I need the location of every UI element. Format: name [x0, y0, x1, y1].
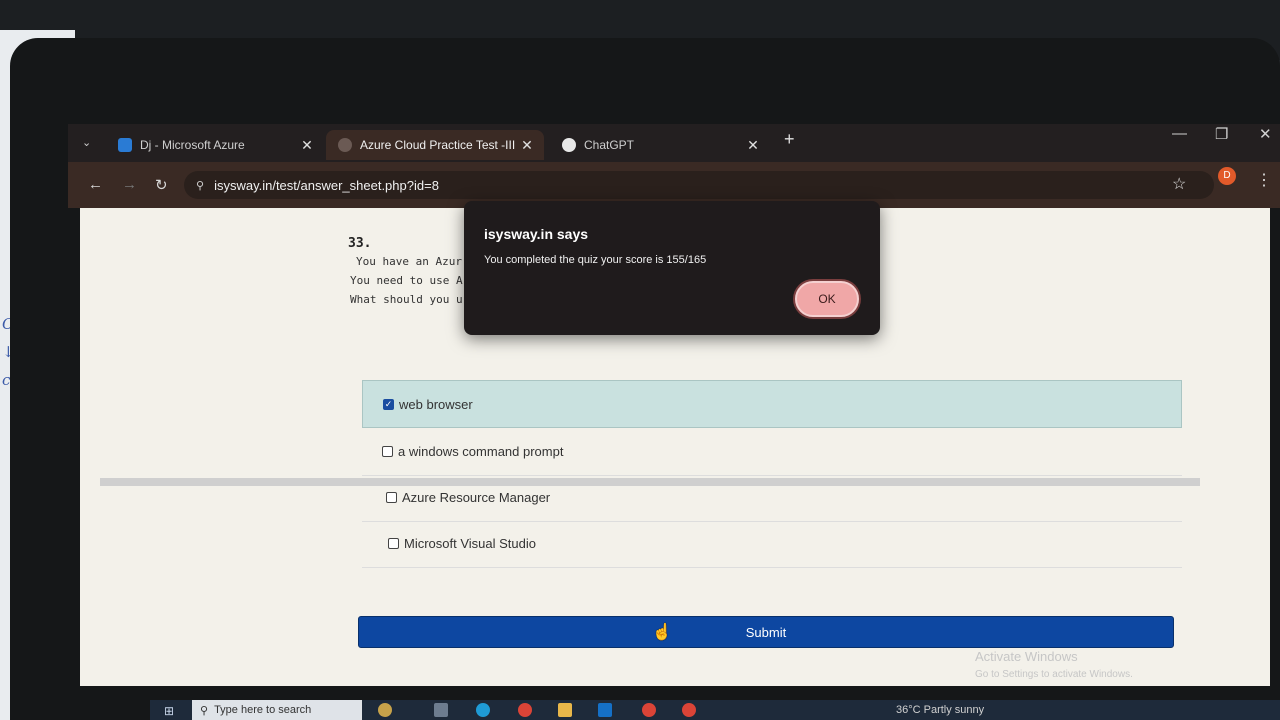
tab-title: Dj - Microsoft Azure [140, 138, 245, 152]
option-label: web browser [399, 396, 473, 412]
close-icon[interactable]: ✕ [516, 137, 538, 154]
ok-button[interactable]: OK [795, 281, 859, 317]
hand-cursor-icon: ☝ [652, 624, 672, 641]
checkbox-checked[interactable]: ✓ [383, 398, 394, 410]
answer-option[interactable]: Microsoft Visual Studio [362, 520, 1182, 568]
chatgpt-icon [562, 138, 576, 152]
tab-title: Azure Cloud Practice Test -III | A [360, 138, 516, 152]
question-text-line: You have an Azur [356, 255, 462, 268]
chrome-icon[interactable] [682, 703, 696, 717]
checkbox[interactable] [382, 446, 393, 457]
option-label: Microsoft Visual Studio [404, 536, 536, 551]
dialog-title: isysway.in says [484, 226, 589, 242]
horizontal-scrollbar[interactable] [100, 478, 1200, 486]
address-bar[interactable]: ⚲ isysway.in/test/answer_sheet.php?id=8 [184, 171, 1214, 199]
close-icon[interactable]: ✕ [296, 137, 318, 154]
weather-widget[interactable]: 36°C Partly sunny [896, 704, 984, 716]
forward-icon[interactable]: → [122, 176, 137, 193]
restore-icon[interactable]: ❐ [1215, 125, 1228, 143]
windows-start-icon[interactable]: ⊞ [164, 704, 174, 718]
avatar[interactable]: D [1218, 167, 1236, 185]
minimize-icon[interactable]: — [1172, 125, 1187, 142]
menu-icon[interactable]: ⋮ [1256, 170, 1272, 190]
close-icon[interactable]: ✕ [742, 137, 764, 154]
watermark-subtitle: Go to Settings to activate Windows. [975, 669, 1133, 680]
submit-button[interactable]: Submit [358, 616, 1174, 648]
question-text-line: What should you u [350, 293, 463, 306]
option-label: Azure Resource Manager [402, 490, 551, 505]
answer-option[interactable]: a windows command prompt [362, 428, 1182, 476]
option-label: a windows command prompt [398, 444, 564, 459]
tab-microsoft-azure[interactable]: Dj - Microsoft Azure ✕ [106, 130, 324, 160]
checkbox[interactable] [388, 538, 399, 549]
file-explorer-icon[interactable] [558, 703, 572, 717]
taskbar-search-input[interactable]: ⚲ Type here to search [192, 700, 362, 720]
windows-taskbar: ⊞ ⚲ Type here to search 36°C Partly sunn… [150, 700, 1280, 720]
chevron-down-icon[interactable]: ⌄ [82, 136, 91, 149]
dialog-message: You completed the quiz your score is 155… [484, 254, 707, 266]
url-text[interactable]: isysway.in/test/answer_sheet.php?id=8 [214, 178, 439, 193]
chrome-icon[interactable] [642, 703, 656, 717]
search-icon: ⚲ [200, 704, 209, 717]
site-info-icon[interactable]: ⚲ [196, 179, 204, 192]
back-icon[interactable]: ← [88, 176, 103, 193]
search-placeholder: Type here to search [214, 704, 312, 716]
tab-strip: Dj - Microsoft Azure ✕ Azure Cloud Pract… [68, 124, 1280, 162]
answer-option[interactable]: ✓ web browser [362, 380, 1182, 428]
reload-icon[interactable]: ↻ [155, 176, 168, 194]
tab-title: ChatGPT [584, 138, 635, 152]
edge-icon[interactable] [476, 703, 490, 717]
close-window-icon[interactable]: ✕ [1259, 125, 1272, 143]
tab-chatgpt[interactable]: ChatGPT ✕ [550, 130, 770, 160]
chrome-icon[interactable] [518, 703, 532, 717]
widget-icon[interactable] [378, 703, 392, 717]
task-view-icon[interactable] [434, 703, 448, 717]
alert-dialog: isysway.in says You completed the quiz y… [464, 201, 880, 335]
checkbox[interactable] [386, 492, 397, 503]
bookmark-star-icon[interactable]: ☆ [1172, 174, 1186, 194]
question-text-line: You need to use A [350, 274, 463, 287]
activate-windows-watermark: Activate Windows Go to Settings to activ… [975, 648, 1133, 684]
tab-azure-practice-test[interactable]: Azure Cloud Practice Test -III | A ✕ [326, 130, 544, 160]
azure-icon [118, 138, 132, 152]
question-number: 33. [348, 236, 372, 251]
outlook-icon[interactable] [598, 703, 612, 717]
watermark-title: Activate Windows [975, 649, 1078, 664]
new-tab-button[interactable]: + [784, 129, 795, 150]
globe-icon [338, 138, 352, 152]
